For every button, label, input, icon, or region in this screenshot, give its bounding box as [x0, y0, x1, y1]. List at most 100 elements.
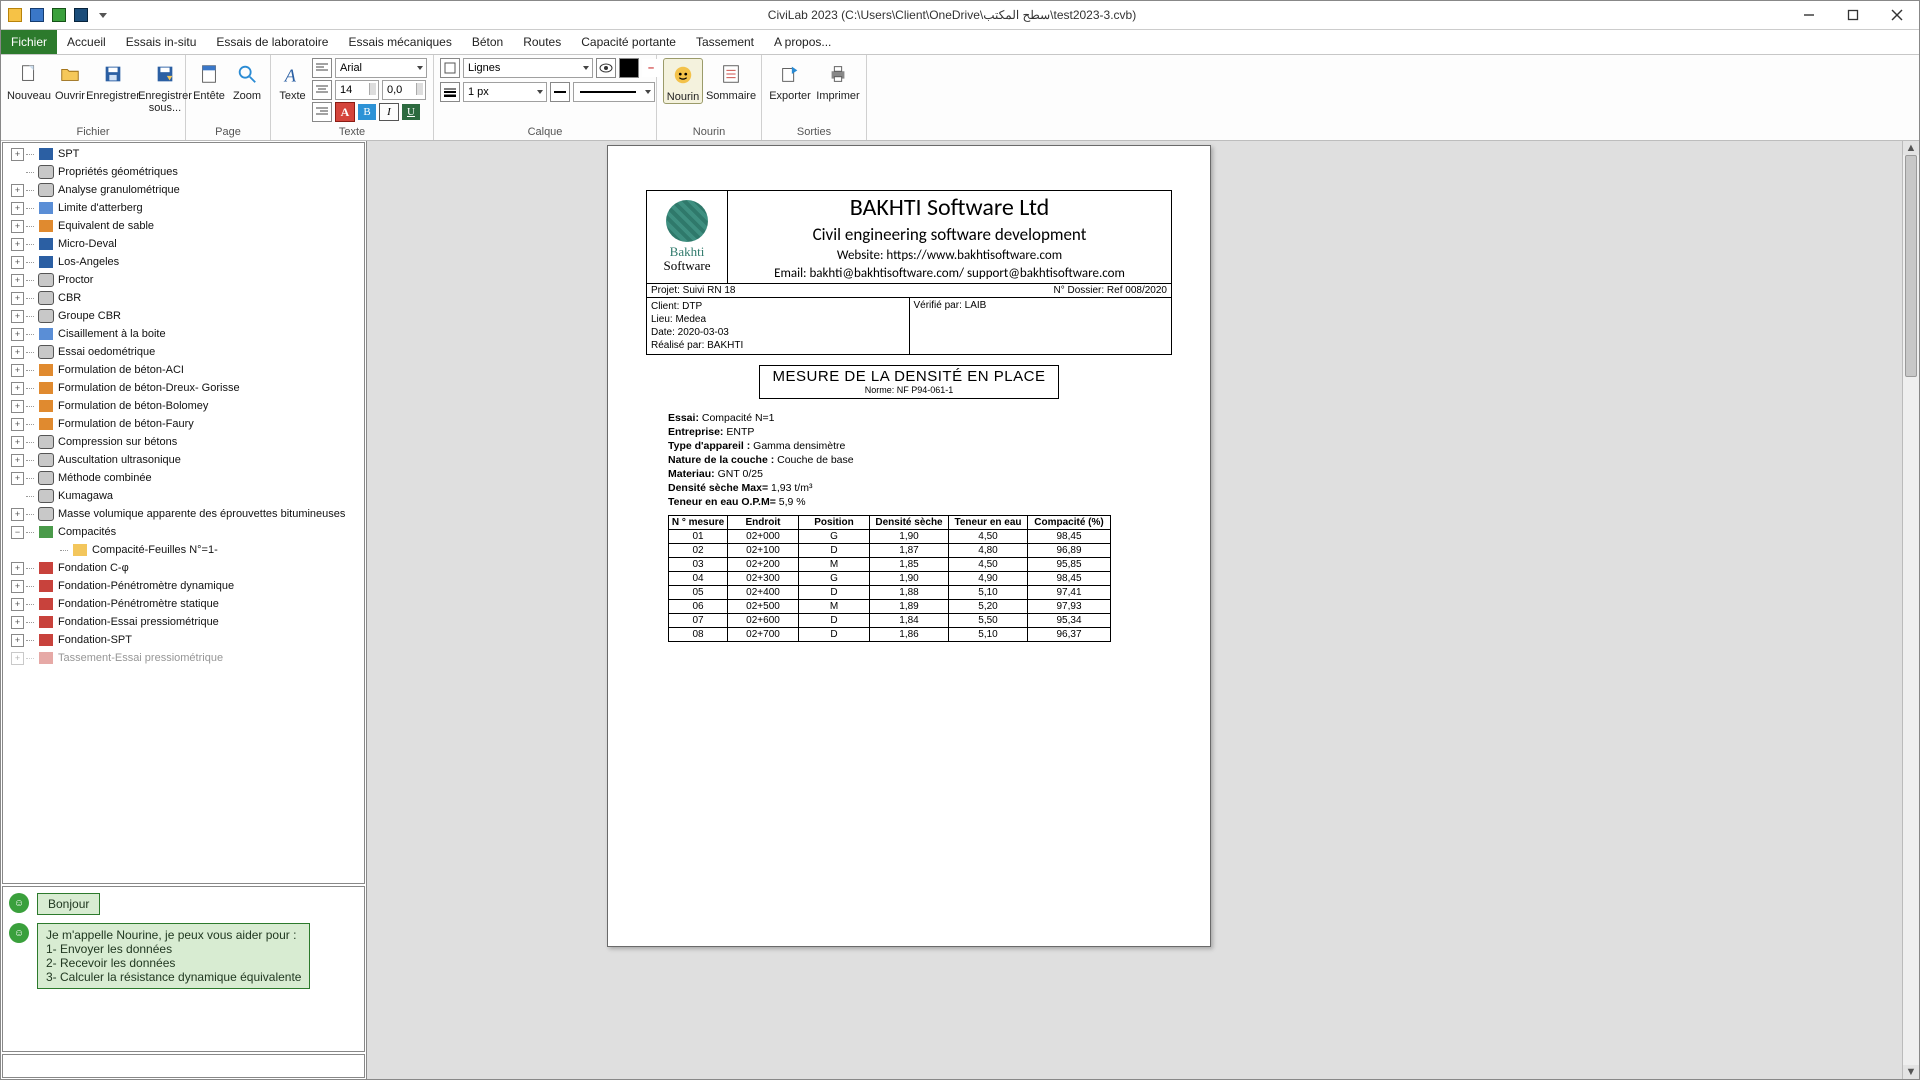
tree-node[interactable]: +Tassement-Essai pressiométrique — [3, 649, 364, 667]
tree-node[interactable]: +Essai oedométrique — [3, 343, 364, 361]
summary-button[interactable]: Sommaire — [707, 58, 755, 102]
collapse-icon[interactable]: − — [11, 526, 24, 539]
expand-icon[interactable]: + — [11, 382, 24, 395]
expand-icon[interactable]: + — [11, 256, 24, 269]
tree-node[interactable]: +Fondation C-φ — [3, 559, 364, 577]
close-button[interactable] — [1875, 1, 1919, 29]
tab-beton[interactable]: Béton — [462, 30, 513, 54]
expand-icon[interactable]: + — [11, 562, 24, 575]
tab-essais-mecaniques[interactable]: Essais mécaniques — [338, 30, 461, 54]
align-right-icon[interactable] — [312, 102, 332, 122]
expand-icon[interactable]: + — [11, 328, 24, 341]
line-style-combo[interactable] — [573, 82, 655, 102]
expand-icon[interactable]: + — [11, 436, 24, 449]
tree-node[interactable]: +Micro-Deval — [3, 235, 364, 253]
align-center-icon[interactable] — [312, 80, 332, 100]
tab-capacite-portante[interactable]: Capacité portante — [571, 30, 686, 54]
save-button[interactable]: Enregistrer — [89, 58, 137, 102]
eye-icon[interactable] — [596, 58, 616, 78]
expand-icon[interactable]: + — [11, 274, 24, 287]
tree-node[interactable]: +Formulation de béton-ACI — [3, 361, 364, 379]
export-button[interactable]: Exporter — [768, 58, 812, 102]
font-family-combo[interactable]: Arial — [335, 58, 427, 78]
tree-node[interactable]: +SPT — [3, 145, 364, 163]
project-tree[interactable]: +SPTPropriétés géométriques+Analyse gran… — [2, 142, 365, 884]
qat-btn-3[interactable] — [51, 7, 67, 23]
tree-node[interactable]: +Auscultation ultrasonique — [3, 451, 364, 469]
expand-icon[interactable]: + — [11, 634, 24, 647]
tab-tassement[interactable]: Tassement — [686, 30, 764, 54]
expand-icon[interactable]: + — [11, 472, 24, 485]
new-button[interactable]: Nouveau — [7, 58, 51, 102]
header-button[interactable]: Entête — [192, 58, 226, 102]
expand-icon[interactable]: + — [11, 580, 24, 593]
expand-icon[interactable]: + — [11, 310, 24, 323]
layer-visibility-icon[interactable] — [440, 58, 460, 78]
open-button[interactable]: Ouvrir — [55, 58, 85, 102]
save-as-button[interactable]: Enregistrer sous... — [141, 58, 189, 114]
expand-icon[interactable]: + — [11, 148, 24, 161]
expand-icon[interactable]: + — [11, 598, 24, 611]
tree-node[interactable]: +Fondation-Pénétromètre statique — [3, 595, 364, 613]
tab-essais-in-situ[interactable]: Essais in-situ — [116, 30, 207, 54]
vertical-scrollbar[interactable]: ▲ ▼ — [1902, 141, 1919, 1079]
tree-node[interactable]: Compacité-Feuilles N°=1- — [3, 541, 364, 559]
tab-routes[interactable]: Routes — [513, 30, 571, 54]
chat-input[interactable] — [2, 1054, 365, 1078]
font-size-spin[interactable]: 14 — [335, 80, 379, 100]
scroll-up-icon[interactable]: ▲ — [1903, 141, 1919, 155]
zoom-button[interactable]: Zoom — [230, 58, 264, 102]
indent-spin[interactable]: 0,0 — [382, 80, 426, 100]
tree-node[interactable]: Kumagawa — [3, 487, 364, 505]
print-button[interactable]: Imprimer — [816, 58, 860, 102]
layer-combo[interactable]: Lignes — [463, 58, 593, 78]
font-color-button[interactable]: A — [335, 102, 355, 122]
tree-node[interactable]: +Limite d'atterberg — [3, 199, 364, 217]
tree-node[interactable]: +Cisaillement à la boite — [3, 325, 364, 343]
tree-node[interactable]: +Fondation-SPT — [3, 631, 364, 649]
tree-node[interactable]: +Fondation-Essai pressiométrique — [3, 613, 364, 631]
expand-icon[interactable]: + — [11, 220, 24, 233]
tree-node[interactable]: +Fondation-Pénétromètre dynamique — [3, 577, 364, 595]
tree-node[interactable]: +Groupe CBR — [3, 307, 364, 325]
scroll-down-icon[interactable]: ▼ — [1903, 1065, 1919, 1079]
tree-node[interactable]: +Compression sur bétons — [3, 433, 364, 451]
expand-icon[interactable]: + — [11, 616, 24, 629]
expand-icon[interactable]: + — [11, 346, 24, 359]
stroke-width-combo[interactable]: 1 px — [463, 82, 547, 102]
tree-node[interactable]: +CBR — [3, 289, 364, 307]
italic-button[interactable]: I — [379, 103, 399, 121]
qat-customize-icon[interactable] — [95, 7, 111, 23]
tree-node[interactable]: +Masse volumique apparente des éprouvett… — [3, 505, 364, 523]
layer-color-swatch[interactable] — [619, 58, 639, 78]
tree-node[interactable]: +Formulation de béton-Dreux- Gorisse — [3, 379, 364, 397]
tree-node[interactable]: Propriétés géométriques — [3, 163, 364, 181]
tree-node[interactable]: +Méthode combinée — [3, 469, 364, 487]
expand-icon[interactable]: + — [11, 364, 24, 377]
maximize-button[interactable] — [1831, 1, 1875, 29]
tab-a-propos[interactable]: A propos... — [764, 30, 841, 54]
expand-icon[interactable]: + — [11, 418, 24, 431]
qat-btn-4[interactable] — [73, 7, 89, 23]
text-button[interactable]: A Texte — [277, 58, 308, 102]
tree-node[interactable]: +Formulation de béton-Faury — [3, 415, 364, 433]
expand-icon[interactable]: + — [11, 238, 24, 251]
tree-node[interactable]: +Formulation de béton-Bolomey — [3, 397, 364, 415]
line-weight-icon[interactable] — [440, 82, 460, 102]
qat-btn-1[interactable] — [7, 7, 23, 23]
expand-icon[interactable]: + — [11, 400, 24, 413]
tree-node[interactable]: +Proctor — [3, 271, 364, 289]
expand-icon[interactable]: + — [11, 652, 24, 665]
tree-node[interactable]: +Equivalent de sable — [3, 217, 364, 235]
scrollbar-thumb[interactable] — [1905, 155, 1917, 377]
expand-icon[interactable]: + — [11, 454, 24, 467]
expand-icon[interactable]: + — [11, 202, 24, 215]
underline-button[interactable]: U — [402, 104, 420, 120]
tree-node[interactable]: +Analyse granulométrique — [3, 181, 364, 199]
qat-btn-2[interactable] — [29, 7, 45, 23]
line-style-icon[interactable] — [550, 82, 570, 102]
expand-icon[interactable]: + — [11, 508, 24, 521]
tree-node[interactable]: −Compacités — [3, 523, 364, 541]
minimize-button[interactable] — [1787, 1, 1831, 29]
expand-icon[interactable]: + — [11, 292, 24, 305]
